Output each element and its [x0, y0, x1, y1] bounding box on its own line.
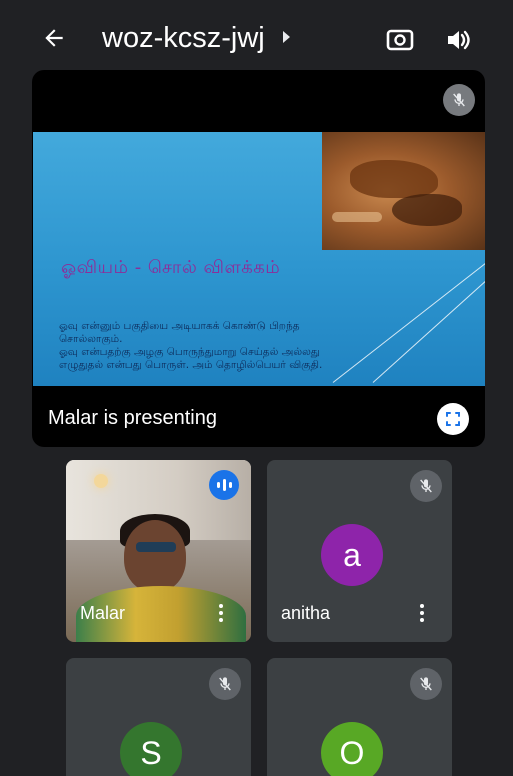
back-arrow-icon[interactable] [34, 20, 74, 56]
slide-body: ஓவு என்னும் பகுதியை அடியாகக் கொண்டு பிறந… [59, 320, 429, 372]
switch-camera-icon[interactable] [382, 22, 418, 58]
mic-off-icon [410, 668, 442, 700]
participant-tile-malar[interactable]: Malar [66, 460, 251, 642]
mic-off-icon [410, 470, 442, 502]
participant-tile-o[interactable]: O [267, 658, 452, 776]
participant-tile-s[interactable]: S [66, 658, 251, 776]
presenting-label: Malar is presenting [48, 407, 217, 429]
participant-name: anitha [281, 603, 331, 623]
participant-avatar: S [120, 722, 182, 776]
fullscreen-icon[interactable] [437, 403, 469, 435]
video-person-glasses [136, 542, 176, 552]
shared-slide: ஓவியம் - சொல் விளக்கம் ஓவு என்னும் பகுதி… [33, 132, 485, 386]
presentation-card[interactable]: ஓவியம் - சொல் விளக்கம் ஓவு என்னும் பகுதி… [32, 70, 485, 447]
cave-painting-image [322, 132, 485, 250]
slide-body-line: எழுதுதல் என்பது பொருள். அம் தொழில்பெயர் … [59, 359, 323, 371]
slide-body-line: சொல்லாகும். [59, 333, 123, 345]
participant-avatar: a [321, 524, 383, 586]
participant-avatar: O [321, 722, 383, 776]
more-options-icon[interactable] [412, 600, 432, 626]
mic-off-icon [443, 84, 475, 116]
mic-off-icon [209, 668, 241, 700]
top-bar: woz-kcsz-jwj [0, 0, 513, 72]
meeting-code[interactable]: woz-kcsz-jwj [102, 20, 265, 56]
speaking-indicator-icon [209, 470, 239, 500]
slide-title: ஓவியம் - சொல் விளக்கம் [61, 257, 281, 278]
speaker-icon[interactable] [440, 22, 476, 58]
participant-tile-anitha[interactable]: a anitha [267, 460, 452, 642]
more-options-icon[interactable] [211, 600, 231, 626]
slide-body-line: ஓவு என்பதற்கு அழகு பொருந்துமாறு செய்தல் … [59, 346, 320, 358]
video-person-face [124, 520, 186, 592]
meeting-info-caret-icon[interactable] [283, 31, 290, 43]
slide-body-line: ஓவு என்னும் பகுதியை அடியாகக் கொண்டு பிறந… [59, 320, 300, 332]
participant-name: Malar [80, 603, 126, 623]
video-lamp [94, 474, 108, 488]
